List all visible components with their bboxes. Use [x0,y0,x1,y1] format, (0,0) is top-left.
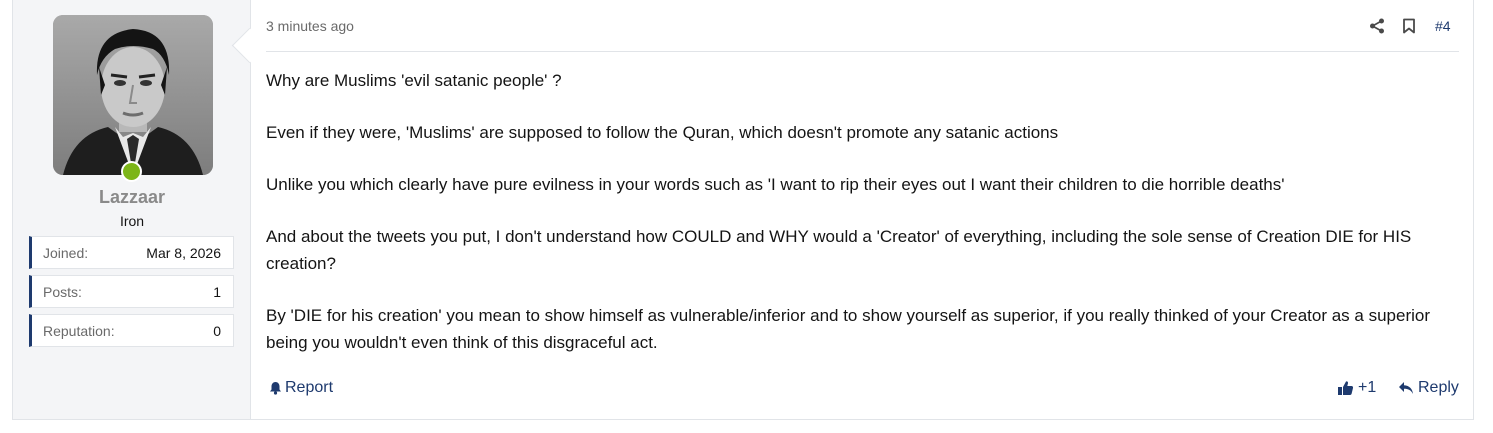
reply-icon [1398,381,1414,395]
user-title: Iron [119,213,145,229]
thumbs-up-icon [1337,380,1354,396]
stat-label: Posts: [43,284,82,300]
user-sidebar: Lazzaar Iron Joined: Mar 8, 2026 Posts: … [13,0,251,419]
report-label: Report [285,379,334,396]
post-timestamp[interactable]: 3 minutes ago [266,18,354,34]
online-status-indicator [121,161,142,182]
post-paragraph: By 'DIE for his creation' you mean to sh… [266,306,1430,352]
post-body: Why are Muslims 'evil satanic people' ? … [266,67,1466,381]
share-icon[interactable] [1369,15,1385,37]
stat-posts: Posts: 1 [29,275,234,308]
avatar-photo [53,15,213,175]
post-paragraph: Unlike you which clearly have pure eviln… [266,175,1285,194]
stat-value: Mar 8, 2026 [146,245,221,261]
post-header-actions: #4 [1369,15,1459,37]
reply-label: Reply [1418,379,1459,396]
stat-label: Reputation: [43,323,115,339]
like-button[interactable]: +1 [1337,379,1376,397]
stat-label: Joined: [43,245,89,261]
reply-button[interactable]: Reply [1398,379,1459,397]
like-count: +1 [1358,379,1377,396]
post-number-link[interactable]: #4 [1435,15,1451,37]
stat-reputation: Reputation: 0 [29,314,234,347]
post-paragraph: Even if they were, 'Muslims' are suppose… [266,123,1059,142]
report-button[interactable]: Report [269,379,333,397]
stat-value: 1 [213,284,221,300]
bookmark-icon[interactable] [1402,15,1416,37]
user-avatar[interactable] [53,15,213,175]
stat-value: 0 [213,323,221,339]
stat-joined: Joined: Mar 8, 2026 [29,236,234,269]
bell-icon [269,381,282,395]
post-footer-actions: +1 Reply [1337,379,1459,401]
header-divider [266,51,1459,52]
post-main: 3 minutes ago #4 Why are Muslims 'evil s… [251,0,1473,419]
post-paragraph: Why are Muslims 'evil satanic people' ? [266,71,562,90]
forum-post: Lazzaar Iron Joined: Mar 8, 2026 Posts: … [12,0,1474,420]
post-paragraph: And about the tweets you put, I don't un… [266,227,1412,273]
username[interactable]: Lazzaar [13,187,251,208]
